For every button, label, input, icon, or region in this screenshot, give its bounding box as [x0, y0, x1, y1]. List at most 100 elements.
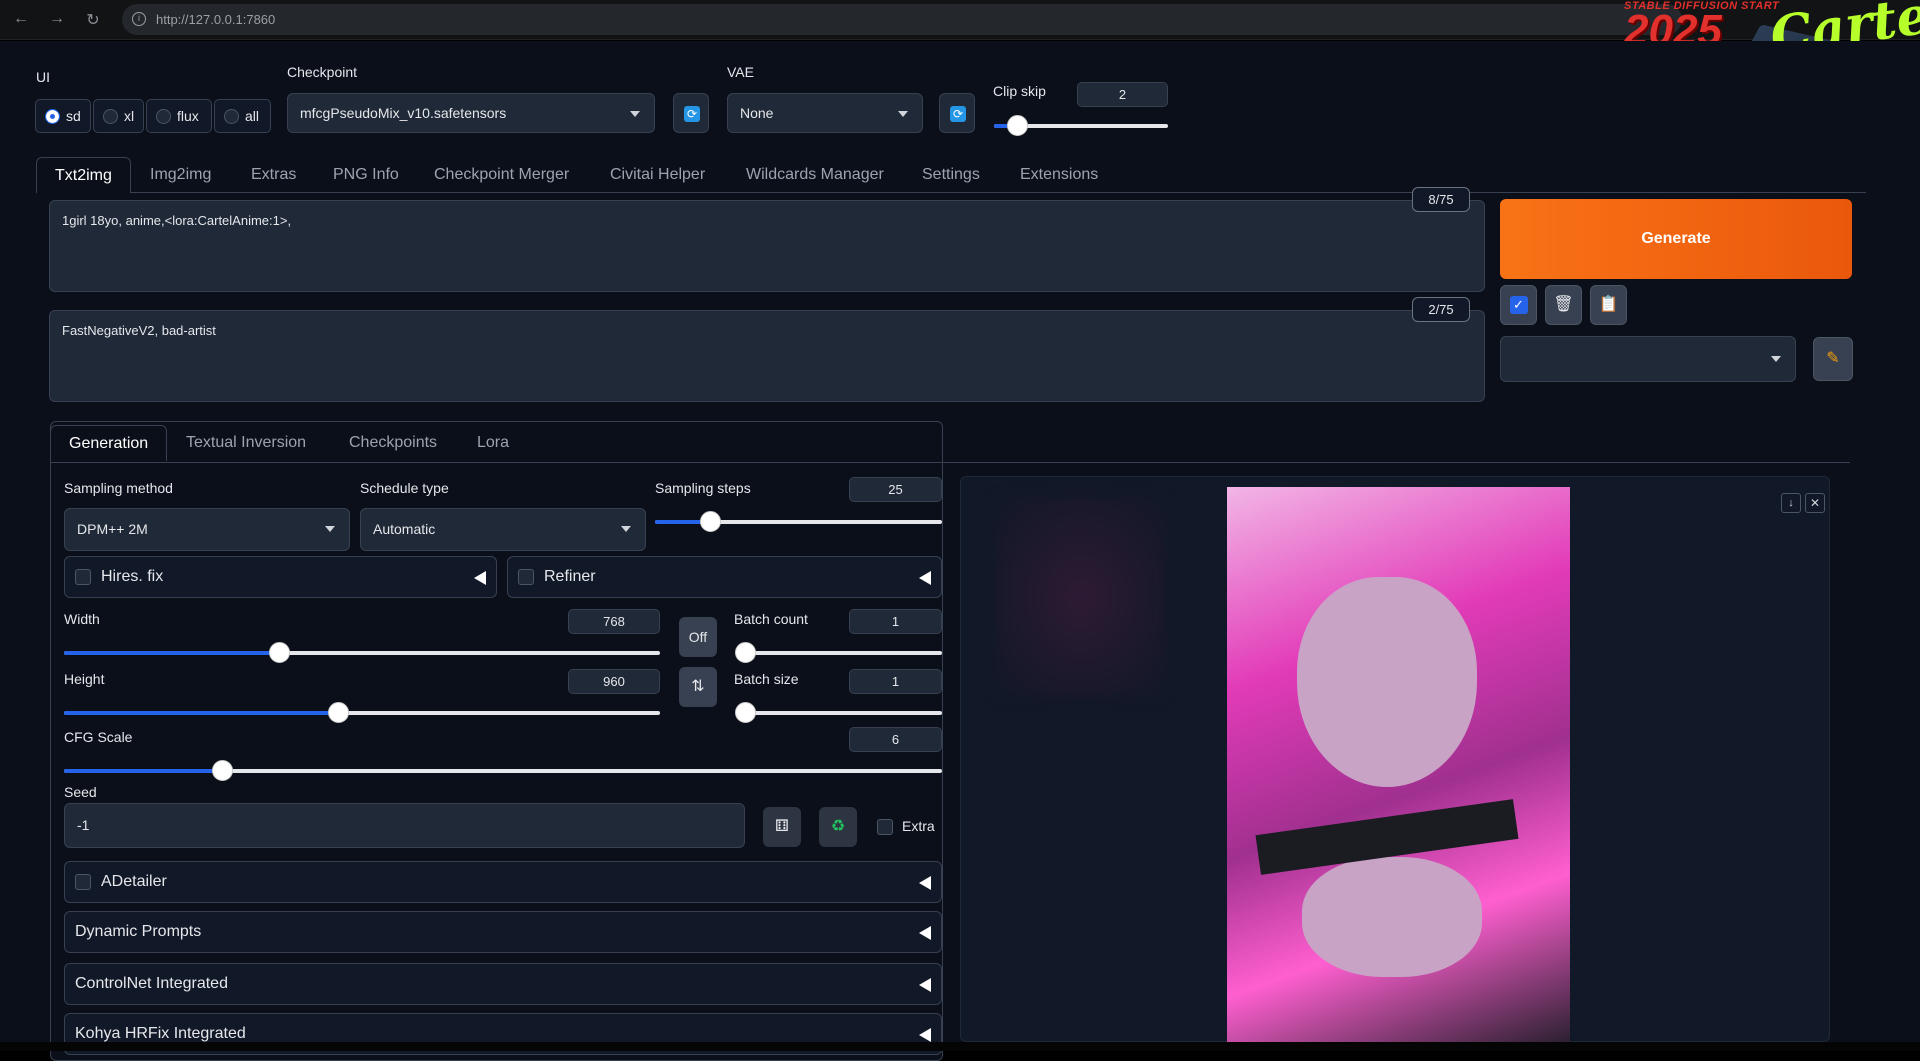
- sampling-method-select[interactable]: DPM++ 2M: [64, 508, 350, 551]
- adetailer-checkbox[interactable]: [75, 874, 91, 890]
- chevron-down-icon: [630, 111, 640, 117]
- batch-size-slider[interactable]: [735, 702, 942, 723]
- hires-fix-checkbox[interactable]: [75, 569, 91, 585]
- height-slider[interactable]: [64, 702, 660, 723]
- refiner-checkbox[interactable]: [518, 569, 534, 585]
- ui-radio-xl[interactable]: xl: [93, 99, 144, 133]
- gallery-thumbnail[interactable]: [996, 497, 1166, 697]
- hires-fix-accordion[interactable]: Hires. fix: [64, 556, 497, 598]
- seed-input[interactable]: -1: [64, 803, 745, 848]
- url-port: :7860: [242, 12, 276, 27]
- controlnet-accordion[interactable]: ControlNet Integrated: [64, 963, 942, 1005]
- radio-dot: [224, 109, 239, 124]
- chevron-down-icon: [621, 526, 631, 532]
- collapse-arrow-icon: [919, 876, 931, 890]
- refresh-icon: ⟳: [684, 106, 700, 122]
- trash-button[interactable]: 🗑: [1545, 285, 1582, 325]
- ui-radio-flux[interactable]: flux: [146, 99, 212, 133]
- checkpoint-select[interactable]: mfcgPseudoMix_v10.safetensors: [287, 93, 655, 133]
- clipboard-button[interactable]: 📋: [1590, 285, 1627, 325]
- generate-button[interactable]: Generate: [1500, 199, 1852, 279]
- tab-extras[interactable]: Extras: [233, 157, 314, 193]
- dynamic-prompts-label: Dynamic Prompts: [75, 923, 202, 940]
- negative-token-counter: 2/75: [1412, 297, 1470, 322]
- ui-radio-sd[interactable]: sd: [35, 99, 91, 133]
- forward-icon[interactable]: →: [46, 10, 68, 28]
- character-face-lower: [1302, 857, 1482, 977]
- clip-skip-slider[interactable]: [994, 115, 1168, 136]
- site-info-icon[interactable]: i: [132, 12, 146, 26]
- cfg-scale-label: CFG Scale: [64, 729, 133, 745]
- cfg-scale-input[interactable]: 6: [849, 727, 942, 752]
- cfg-scale-slider[interactable]: [64, 760, 942, 781]
- tab-wildcards-manager[interactable]: Wildcards Manager: [728, 157, 902, 193]
- slider-thumb[interactable]: [699, 511, 721, 532]
- tab-img2img[interactable]: Img2img: [132, 157, 229, 193]
- reload-icon[interactable]: ↻: [82, 10, 104, 30]
- tab-checkpoints[interactable]: Checkpoints: [331, 425, 455, 461]
- back-icon[interactable]: ←: [10, 10, 32, 28]
- close-icon[interactable]: ✕: [1805, 493, 1825, 513]
- slider-thumb[interactable]: [328, 702, 350, 723]
- tab-civitai-helper[interactable]: Civitai Helper: [592, 157, 723, 193]
- slider-thumb[interactable]: [735, 702, 756, 723]
- swap-arrows-icon: ⇅: [691, 678, 705, 695]
- clip-skip-input[interactable]: 2: [1077, 82, 1168, 107]
- slider-thumb[interactable]: [212, 760, 234, 781]
- refresh-checkpoint-button[interactable]: ⟳: [673, 93, 709, 133]
- dynamic-prompts-accordion[interactable]: Dynamic Prompts: [64, 911, 942, 953]
- refresh-vae-button[interactable]: ⟳: [939, 93, 975, 133]
- batch-count-input[interactable]: 1: [849, 609, 942, 634]
- checkpoint-label: Checkpoint: [287, 64, 358, 80]
- styles-dropdown[interactable]: [1500, 336, 1796, 382]
- slider-fill: [64, 651, 279, 655]
- seed-label: Seed: [64, 784, 97, 800]
- refiner-label: Refiner: [544, 568, 596, 585]
- negative-prompt-textarea[interactable]: FastNegativeV2, bad-artist: [49, 310, 1485, 402]
- height-input[interactable]: 960: [568, 669, 660, 694]
- collapse-arrow-icon: [919, 978, 931, 992]
- refiner-accordion[interactable]: Refiner: [507, 556, 942, 598]
- vae-select[interactable]: None: [727, 93, 923, 133]
- address-bar[interactable]: i http://127.0.0.1:7860: [122, 4, 1682, 35]
- tab-lora[interactable]: Lora: [459, 425, 527, 461]
- tab-checkpoint-merger[interactable]: Checkpoint Merger: [416, 157, 587, 193]
- chevron-down-icon: [325, 526, 335, 532]
- tab-png-info[interactable]: PNG Info: [315, 157, 417, 193]
- extra-seed-checkbox[interactable]: [877, 819, 893, 835]
- checkbox-icon: ✓: [1509, 296, 1528, 314]
- edit-styles-button[interactable]: ✎: [1813, 337, 1853, 381]
- swap-dimensions-button[interactable]: ⇅: [679, 667, 717, 707]
- output-gallery: ↓ ✕: [960, 476, 1830, 1043]
- aspect-lock-button[interactable]: Off: [679, 617, 717, 657]
- tab-settings[interactable]: Settings: [904, 157, 998, 193]
- ui-option-label: xl: [124, 108, 135, 124]
- bottom-bar: [0, 1042, 1920, 1051]
- random-seed-button[interactable]: ⚅: [763, 807, 801, 847]
- reuse-seed-button[interactable]: ♻: [819, 807, 857, 847]
- batch-count-slider[interactable]: [735, 642, 942, 663]
- tab-textual-inversion[interactable]: Textual Inversion: [168, 425, 324, 461]
- slider-thumb[interactable]: [1006, 115, 1028, 136]
- slider-thumb[interactable]: [268, 642, 290, 663]
- radio-dot: [103, 109, 118, 124]
- kohya-hrfix-label: Kohya HRFix Integrated: [75, 1025, 246, 1042]
- tab-extensions[interactable]: Extensions: [1002, 157, 1116, 193]
- sampling-method-value: DPM++ 2M: [77, 521, 148, 537]
- generated-image[interactable]: [1227, 487, 1570, 1043]
- slider-thumb[interactable]: [735, 642, 756, 663]
- width-slider[interactable]: [64, 642, 660, 663]
- prompt-textarea[interactable]: 1girl 18yo, anime,<lora:CartelAnime:1>,: [49, 200, 1485, 292]
- show-extra-networks-button[interactable]: ✓: [1500, 285, 1537, 325]
- collapse-arrow-icon: [919, 571, 931, 585]
- sampling-steps-slider[interactable]: [655, 511, 942, 532]
- batch-size-input[interactable]: 1: [849, 669, 942, 694]
- width-input[interactable]: 768: [568, 609, 660, 634]
- ui-radio-all[interactable]: all: [214, 99, 271, 133]
- download-icon[interactable]: ↓: [1781, 493, 1801, 513]
- sampling-steps-input[interactable]: 25: [849, 477, 942, 502]
- schedule-type-select[interactable]: Automatic: [360, 508, 646, 551]
- tab-txt2img[interactable]: Txt2img: [36, 157, 131, 193]
- adetailer-accordion[interactable]: ADetailer: [64, 861, 942, 903]
- tab-generation[interactable]: Generation: [50, 425, 168, 461]
